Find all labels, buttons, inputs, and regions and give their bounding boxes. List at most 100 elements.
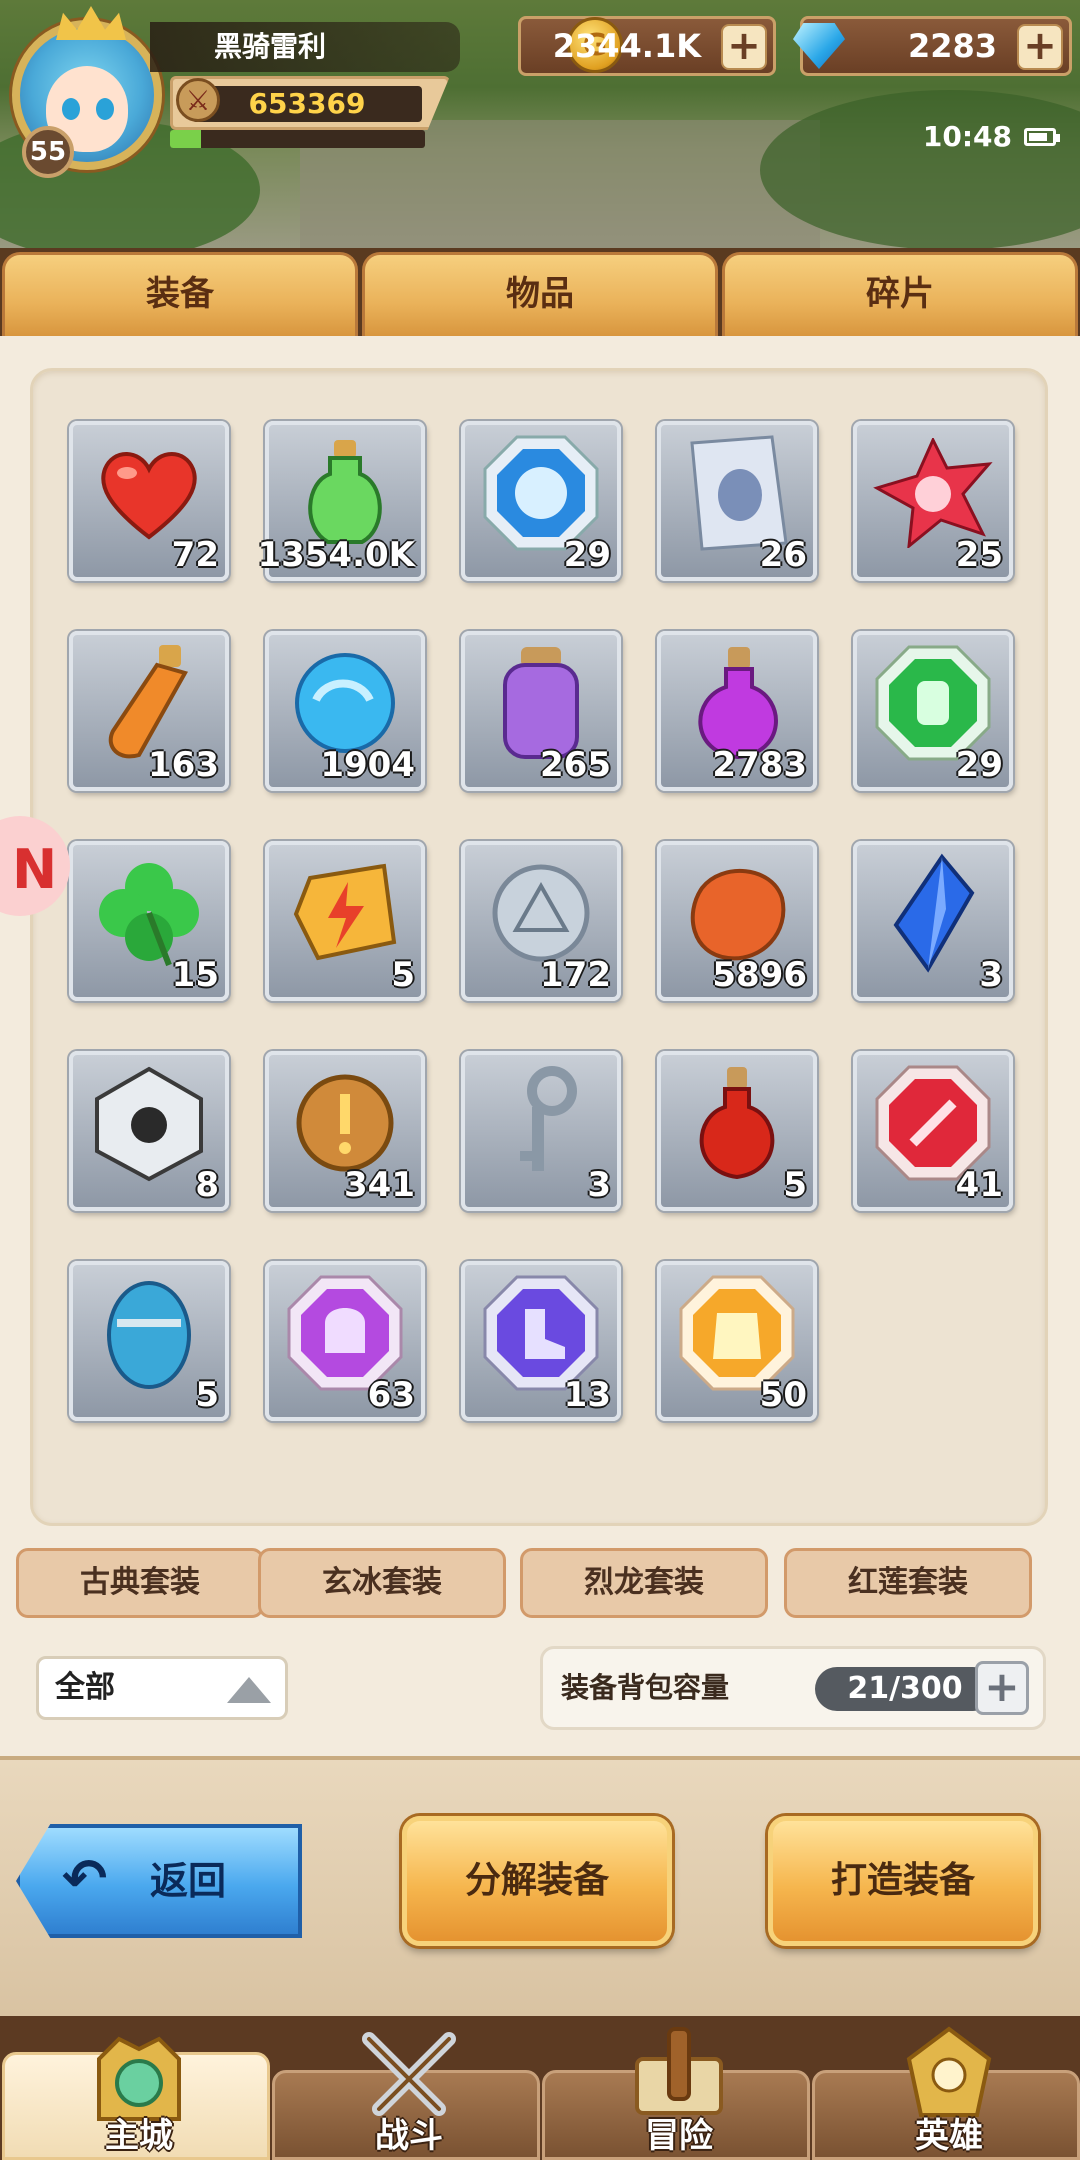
item-count: 3 [587, 1165, 611, 1205]
filter-label: 全部 [55, 1670, 115, 1705]
power-value: 653369 [192, 86, 422, 122]
top-bar: 55 黑骑雷利 653369 ⚔ G 2344.1K + 2283 + 10:4… [0, 0, 1080, 250]
capacity-value: 21/300 [815, 1667, 995, 1711]
heart-icon [97, 445, 201, 545]
nav-main-city[interactable]: 主城 [2, 2036, 270, 2160]
filter-dropdown[interactable]: 全部 [36, 1656, 288, 1720]
level-badge: 55 [22, 126, 74, 178]
item-count: 29 [563, 535, 611, 575]
skull-box-icon [89, 1063, 209, 1187]
inventory-slot[interactable]: 26 [657, 421, 817, 581]
inventory-slot[interactable]: 2783 [657, 631, 817, 791]
expand-capacity-button[interactable]: + [975, 1661, 1029, 1715]
item-count: 3 [979, 955, 1003, 995]
inventory-slot[interactable]: 5896 [657, 841, 817, 1001]
blue-crystal-icon [888, 853, 978, 977]
capacity-label: 装备背包容量 [561, 1671, 730, 1704]
item-count: 13 [563, 1375, 611, 1415]
add-gems-button[interactable]: + [1017, 24, 1063, 70]
player-name: 黑骑雷利 [150, 22, 460, 72]
avatar-eye [96, 98, 114, 120]
back-arrow-icon: ↶ [62, 1847, 108, 1910]
nav-label: 主城 [105, 2116, 173, 2156]
item-count: 5 [195, 1375, 219, 1415]
bag-capacity: 装备背包容量 21/300 + [540, 1646, 1046, 1730]
set-tab-classic[interactable]: 古典套装 [16, 1548, 264, 1618]
inventory-slot[interactable]: 172 [461, 841, 621, 1001]
item-count: 8 [195, 1165, 219, 1205]
lightning-stone-icon [290, 858, 400, 972]
inventory-slot[interactable]: 63 [265, 1261, 425, 1421]
decompose-button[interactable]: 分解装备 [402, 1816, 672, 1946]
inventory-slot[interactable]: 341 [265, 1051, 425, 1211]
category-tabs: 装备 物品 碎片 [0, 248, 1080, 336]
red-potion-icon [687, 1063, 787, 1187]
time-text: 10:48 [922, 120, 1012, 153]
gold-display: G 2344.1K + [518, 16, 776, 76]
inventory-slot[interactable]: 15 [69, 841, 229, 1001]
nav-battle[interactable]: 战斗 [272, 2032, 540, 2160]
battery-icon [1024, 127, 1060, 146]
inventory-slot[interactable]: 1354.0K [257, 421, 425, 581]
item-count: 50 [759, 1375, 807, 1415]
bottom-nav: 主城 战斗 冒险 英雄 [0, 2016, 1080, 2160]
inventory-slot[interactable]: 29 [461, 421, 621, 581]
item-count: 41 [955, 1165, 1003, 1205]
key-icon [496, 1063, 586, 1187]
inventory-slot[interactable]: 25 [853, 421, 1013, 581]
set-tab-lotus[interactable]: 红莲套装 [784, 1548, 1032, 1618]
inventory-slot[interactable]: 1904 [265, 631, 425, 791]
nav-adventure[interactable]: 冒险 [542, 2027, 810, 2160]
gem-display: 2283 + [793, 16, 1072, 76]
inventory-slot[interactable]: 29 [853, 631, 1013, 791]
inventory-slot[interactable]: 13 [461, 1261, 621, 1421]
nav-heroes[interactable]: 英雄 [812, 2026, 1080, 2160]
tab-equipment[interactable]: 装备 [2, 252, 358, 336]
item-grid: 72 1354.0K 29 26 25 163 1904 265 2783 29 15 5 172 589… [30, 368, 1048, 1526]
diamond-icon [793, 23, 845, 69]
crossed-swords-icon: ⚔ [176, 78, 220, 122]
avatar-eye [62, 98, 80, 120]
inventory-slot[interactable]: 50 [657, 1261, 817, 1421]
item-count: 5 [391, 955, 415, 995]
item-count: 341 [344, 1165, 415, 1205]
crown-icon [56, 6, 126, 40]
set-tab-dragon[interactable]: 烈龙套装 [520, 1548, 768, 1618]
forge-button[interactable]: 打造装备 [768, 1816, 1038, 1946]
add-gold-button[interactable]: + [721, 24, 767, 70]
inventory-slot[interactable]: 163 [69, 631, 229, 791]
item-count: 72 [171, 535, 219, 575]
inventory-slot[interactable]: 72 [69, 421, 229, 581]
action-bar: 返回 分解装备 打造装备 [0, 1756, 1080, 2016]
inventory-slot[interactable]: 3 [461, 1051, 621, 1211]
set-tab-ice[interactable]: 玄冰套装 [258, 1548, 506, 1618]
item-count: 29 [955, 745, 1003, 785]
inventory-slot[interactable]: 5 [265, 841, 425, 1001]
back-button[interactable]: 返回 [16, 1824, 302, 1938]
inventory-slot[interactable]: 5 [657, 1051, 817, 1211]
item-count: 26 [759, 535, 807, 575]
gold-value: 2344.1K [552, 27, 701, 65]
item-count: 15 [171, 955, 219, 995]
tab-items[interactable]: 物品 [362, 252, 718, 336]
inventory-slot[interactable]: 265 [461, 631, 621, 791]
item-count: 265 [540, 745, 611, 785]
nav-label: 英雄 [915, 2116, 983, 2156]
inventory-slot[interactable]: 3 [853, 841, 1013, 1001]
status-clock: 10:48 [922, 120, 1060, 153]
nav-label: 战斗 [375, 2116, 443, 2156]
item-count: 63 [367, 1375, 415, 1415]
item-count: 163 [148, 745, 219, 785]
item-count: 1904 [320, 745, 415, 785]
inventory-slot[interactable]: 5 [69, 1261, 229, 1421]
triangle-up-icon [227, 1677, 271, 1703]
tab-fragments[interactable]: 碎片 [722, 252, 1078, 336]
inventory-panel: 72 1354.0K 29 26 25 163 1904 265 2783 29 15 5 172 589… [0, 336, 1080, 1756]
exp-bar [170, 130, 425, 148]
exp-fill [170, 130, 201, 148]
inventory-slot[interactable]: 41 [853, 1051, 1013, 1211]
inventory-slot[interactable]: 8 [69, 1051, 229, 1211]
item-count: 5896 [712, 955, 807, 995]
nav-label: 冒险 [645, 2116, 713, 2156]
gem-value: 2283 [907, 27, 997, 65]
